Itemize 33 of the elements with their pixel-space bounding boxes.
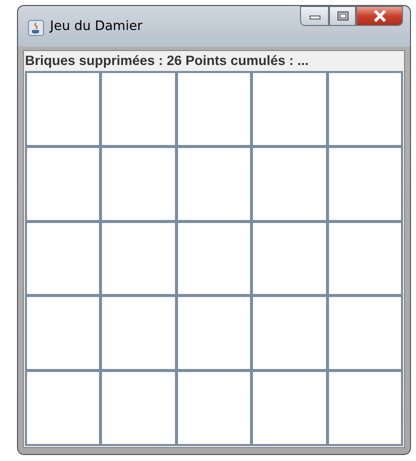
board-cell[interactable] [178,297,250,370]
score-label: Briques supprimées : 26 Points cumulés : ... [25,52,310,70]
board-cell[interactable] [253,222,326,294]
minimize-button[interactable] [300,6,329,26]
window-title: Jeu du Damier [50,19,142,34]
board-cell[interactable] [253,148,326,220]
close-icon [372,10,386,22]
maximize-icon [336,11,348,21]
board-cell[interactable] [178,148,250,220]
board-cell[interactable] [253,297,326,370]
board-cell[interactable] [328,148,401,220]
board-cell[interactable] [27,148,100,220]
board-cell[interactable] [27,372,100,444]
board-cell[interactable] [102,222,175,294]
board-cell[interactable] [102,372,175,444]
board-cell[interactable] [27,222,100,294]
board-cell[interactable] [328,372,401,444]
coffee-cup-icon [28,20,44,36]
board-cell[interactable] [253,73,326,145]
board-cell[interactable] [27,73,100,145]
board-cell[interactable] [178,222,250,294]
board-cell[interactable] [178,73,250,145]
board-cell[interactable] [328,297,401,370]
board-cell[interactable] [102,73,175,145]
maximize-button[interactable] [329,6,356,26]
board-cell[interactable] [102,297,175,370]
close-button[interactable] [356,6,403,26]
board-cell[interactable] [102,148,175,220]
board-cell[interactable] [328,73,401,145]
board-cell[interactable] [27,297,100,370]
board-cell[interactable] [253,372,326,444]
board-cell[interactable] [328,222,401,294]
board-cell[interactable] [178,372,250,444]
